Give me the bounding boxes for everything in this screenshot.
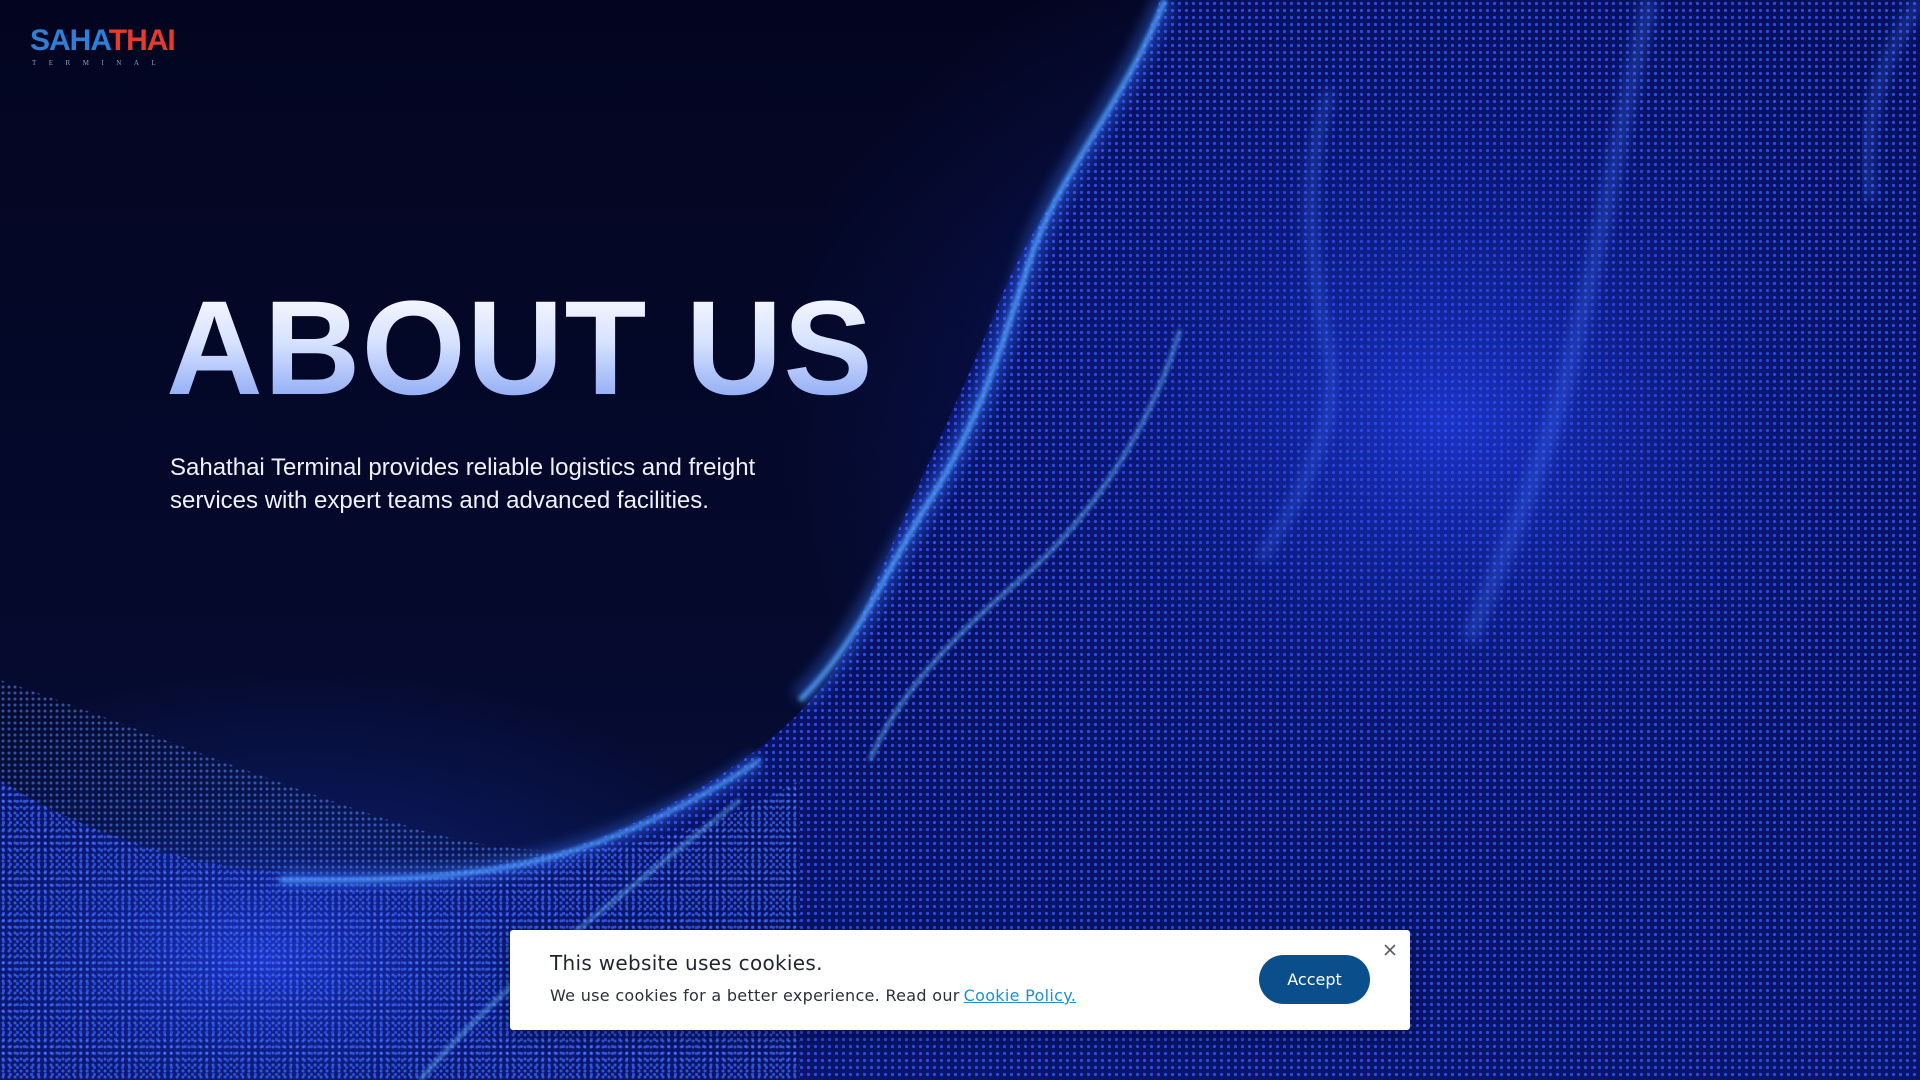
about-us-page: SAHATHAI TERMINAL ABOUT US Sahathai Term… [0,0,1920,1080]
hero-description: Sahathai Terminal provides reliable logi… [170,454,756,514]
accept-cookies-button[interactable]: Accept [1259,955,1370,1004]
cookie-banner-message: We use cookies for a better experience. … [550,986,960,1005]
page-title: ABOUT US [166,274,874,423]
cookie-consent-banner: This website uses cookies. We use cookie… [510,930,1410,1030]
logo-wordmark: SAHATHAI [30,24,176,57]
cookie-policy-link[interactable]: Cookie Policy. [964,986,1076,1005]
particle-wave-background [0,0,1920,1080]
sahathai-terminal-logo[interactable]: SAHATHAI TERMINAL [30,26,180,70]
close-icon [1384,944,1396,956]
cookie-banner-title: This website uses cookies. [550,951,823,975]
close-banner-button[interactable] [1380,940,1400,960]
cookie-banner-text: We use cookies for a better experience. … [550,986,1076,1005]
logo-subtitle: TERMINAL [32,59,169,67]
